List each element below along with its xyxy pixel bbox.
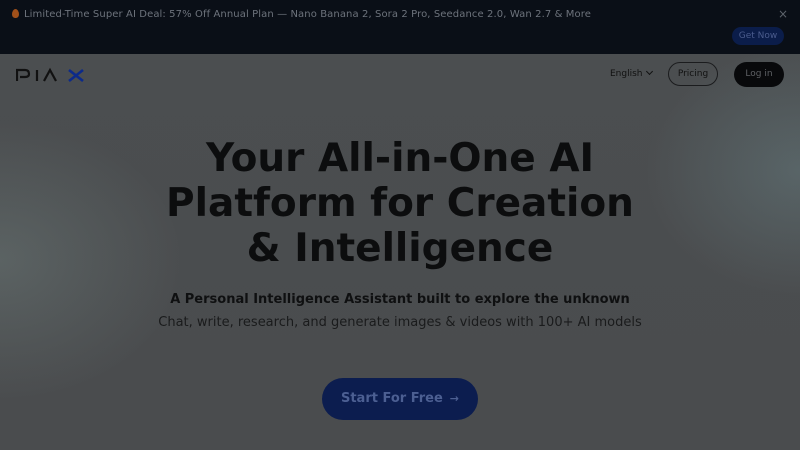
language-label: English xyxy=(610,69,643,79)
language-selector[interactable]: English xyxy=(610,67,653,79)
get-now-button[interactable]: Get Now xyxy=(732,27,784,45)
hero-description: Chat, write, research, and generate imag… xyxy=(158,315,642,330)
hero-title-line-3: & Intelligence xyxy=(246,226,554,271)
pricing-button[interactable]: Pricing xyxy=(668,62,718,86)
start-for-free-button[interactable]: Start For Free → xyxy=(322,378,478,420)
promo-banner: Limited-Time Super AI Deal: 57% Off Annu… xyxy=(0,0,800,54)
promo-text: Limited-Time Super AI Deal: 57% Off Annu… xyxy=(24,9,591,20)
chevron-down-icon xyxy=(645,67,653,76)
arrow-right-icon: → xyxy=(449,392,460,405)
hero-title-line-1: Your All-in-One AI xyxy=(205,136,595,181)
top-nav: English Pricing Log in xyxy=(0,54,800,96)
fire-icon xyxy=(12,9,19,18)
piax-logo[interactable] xyxy=(15,67,86,83)
login-button[interactable]: Log in xyxy=(734,62,784,87)
close-icon[interactable]: × xyxy=(776,7,790,21)
landing-page: Limited-Time Super AI Deal: 57% Off Annu… xyxy=(0,0,800,450)
hero-title-line-2: Platform for Creation xyxy=(166,181,634,226)
piax-logo-mark xyxy=(15,67,84,83)
promo-text-wrap[interactable]: Limited-Time Super AI Deal: 57% Off Annu… xyxy=(12,9,591,20)
hero-title: Your All-in-One AI Platform for Creation… xyxy=(0,136,800,271)
hero-subtitle: A Personal Intelligence Assistant built … xyxy=(170,292,630,307)
cta-label: Start For Free xyxy=(340,391,443,406)
